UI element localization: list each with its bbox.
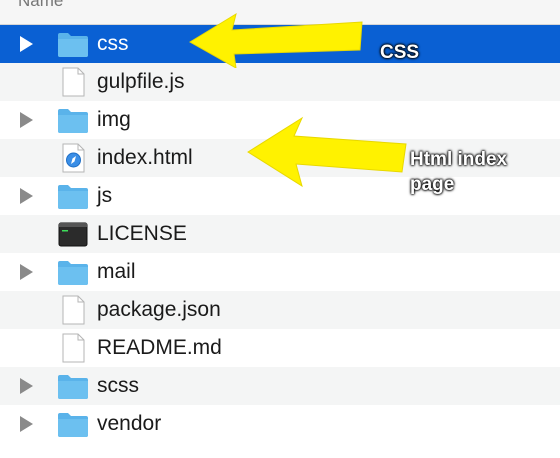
- html-annotation-line-1: Html index: [410, 149, 508, 170]
- disclosure-triangle-icon[interactable]: [20, 378, 33, 394]
- html-annotation-line-2: page: [410, 174, 455, 195]
- disclosure-triangle-icon[interactable]: [20, 112, 33, 128]
- file-name: vendor: [97, 412, 162, 435]
- file-row-readme-md[interactable]: README.md: [0, 329, 560, 367]
- file-list: css gulpfile.js img index.html js LICENSE mail…: [0, 25, 560, 443]
- arrow-to-html-icon: [247, 116, 407, 188]
- file-name: scss: [97, 374, 139, 397]
- disclosure-triangle-icon[interactable]: [20, 188, 33, 204]
- file-row-license[interactable]: LICENSE: [0, 215, 560, 253]
- file-name: mail: [97, 260, 136, 283]
- disclosure-triangle-icon[interactable]: [20, 416, 33, 432]
- css-annotation-label: CSS: [380, 42, 420, 63]
- document-icon: [56, 333, 90, 363]
- file-name: js: [97, 184, 113, 207]
- folder-icon: [56, 371, 90, 401]
- file-name: css: [97, 32, 129, 55]
- file-name: LICENSE: [97, 222, 187, 245]
- file-name: gulpfile.js: [97, 70, 185, 93]
- folder-icon: [56, 29, 90, 59]
- disclosure-triangle-icon[interactable]: [20, 36, 33, 52]
- file-row-gulpfile-js[interactable]: gulpfile.js: [0, 63, 560, 101]
- arrow-to-css-shape: [189, 12, 363, 68]
- file-row-scss[interactable]: scss: [0, 367, 560, 405]
- folder-icon: [56, 105, 90, 135]
- html-annotation-label: Html index page: [410, 147, 507, 197]
- file-name: package.json: [97, 298, 221, 321]
- column-header-name[interactable]: Name: [18, 0, 63, 11]
- arrow-to-html-shape: [247, 116, 407, 188]
- folder-icon: [56, 409, 90, 439]
- safari-html-icon: [56, 143, 90, 173]
- file-row-vendor[interactable]: vendor: [0, 405, 560, 443]
- file-name: img: [97, 108, 131, 131]
- terminal-icon: [56, 219, 90, 249]
- disclosure-triangle-icon[interactable]: [20, 264, 33, 280]
- folder-icon: [56, 181, 90, 211]
- folder-icon: [56, 257, 90, 287]
- document-icon: [56, 295, 90, 325]
- file-name: index.html: [97, 146, 193, 169]
- arrow-to-css-icon: [189, 12, 363, 68]
- file-row-package-json[interactable]: package.json: [0, 291, 560, 329]
- document-icon: [56, 67, 90, 97]
- file-name: README.md: [97, 336, 222, 359]
- file-row-mail[interactable]: mail: [0, 253, 560, 291]
